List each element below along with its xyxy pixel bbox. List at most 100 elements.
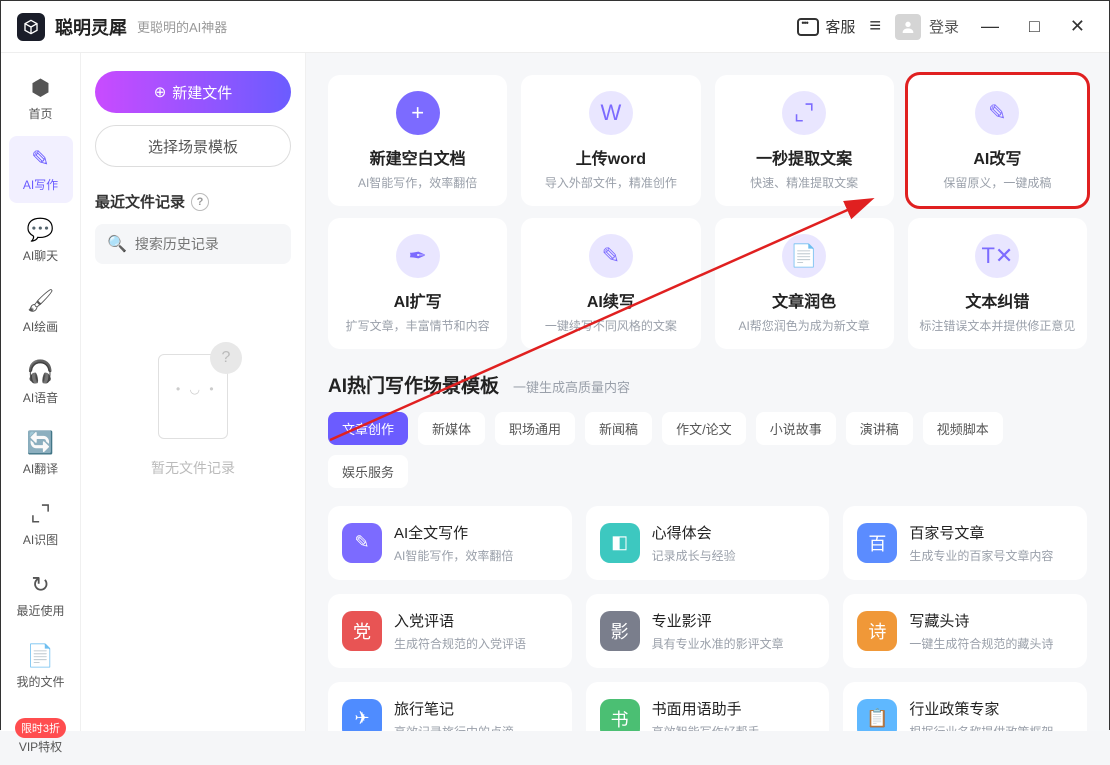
- tool-card-文本纠错[interactable]: T✕ 文本纠错 标注错误文本并提供修正意见: [908, 218, 1087, 349]
- template-desc: 一键生成符合规范的藏头诗: [909, 635, 1053, 652]
- search-box[interactable]: 🔍: [95, 224, 291, 264]
- hamburger-menu-button[interactable]: ≡: [869, 15, 881, 38]
- template-icon: ✎: [342, 523, 382, 563]
- template-card-1[interactable]: ◧ 心得体会 记录成长与经验: [586, 506, 830, 580]
- tool-grid-row2: ✒ AI扩写 扩写文章，丰富情节和内容✎ AI续写 一键续写不同风格的文案📄 文…: [328, 218, 1087, 349]
- vip-badge: 限时3折: [15, 718, 66, 738]
- nav-icon: 📄: [27, 643, 54, 669]
- new-file-label: 新建文件: [172, 82, 232, 103]
- template-icon: ✈: [342, 699, 382, 731]
- titlebar: 聪明灵犀 更聪明的AI神器 客服 ≡ 登录 — □ ✕: [1, 1, 1109, 53]
- tool-icon: ✎: [975, 91, 1019, 135]
- template-card-6[interactable]: ✈ 旅行笔记 高效记录旅行中的点滴: [328, 682, 572, 731]
- tool-icon: 📄: [782, 234, 826, 278]
- help-icon[interactable]: ?: [191, 193, 209, 211]
- nav-footer-item-2[interactable]: 限时3折VIP特权: [9, 704, 73, 765]
- choose-template-button[interactable]: 选择场景模板: [95, 125, 291, 167]
- tab-8[interactable]: 娱乐服务: [328, 455, 408, 488]
- nav-label: AI语音: [23, 389, 58, 406]
- tool-desc: AI智能写作，效率翻倍: [358, 175, 477, 192]
- tab-7[interactable]: 视频脚本: [923, 412, 1003, 445]
- tab-6[interactable]: 演讲稿: [846, 412, 913, 445]
- new-file-button[interactable]: ⊕ 新建文件: [95, 71, 291, 113]
- tool-card-一秒提取文案[interactable]: ⌞⌝ 一秒提取文案 快速、精准提取文案: [715, 75, 894, 206]
- tool-title: AI续写: [587, 288, 635, 312]
- tool-desc: 扩写文章，丰富情节和内容: [346, 318, 490, 335]
- tool-icon: ✎: [589, 234, 633, 278]
- tool-card-AI续写[interactable]: ✎ AI续写 一键续写不同风格的文案: [521, 218, 700, 349]
- template-icon: 诗: [857, 611, 897, 651]
- tool-card-AI扩写[interactable]: ✒ AI扩写 扩写文章，丰富情节和内容: [328, 218, 507, 349]
- tab-5[interactable]: 小说故事: [756, 412, 836, 445]
- tool-title: 文章润色: [772, 288, 836, 312]
- nav-label: AI聊天: [23, 247, 58, 264]
- recent-files-header: 最近文件记录 ?: [95, 191, 291, 212]
- tool-grid-row1: + 新建空白文档 AI智能写作，效率翻倍W 上传word 导入外部文件，精准创作…: [328, 75, 1087, 206]
- template-card-8[interactable]: 📋 行业政策专家 根据行业名称提供政策框架: [843, 682, 1087, 731]
- app-name: 聪明灵犀: [55, 14, 127, 40]
- template-card-0[interactable]: ✎ AI全文写作 AI智能写作，效率翻倍: [328, 506, 572, 580]
- nav-label: VIP特权: [19, 738, 62, 755]
- customer-service-button[interactable]: 客服: [797, 16, 855, 37]
- login-button[interactable]: 登录: [929, 16, 959, 37]
- template-card-5[interactable]: 诗 写藏头诗 一键生成符合规范的藏头诗: [843, 594, 1087, 668]
- template-icon: 党: [342, 611, 382, 651]
- nav-icon: ✎: [31, 146, 49, 172]
- tab-3[interactable]: 新闻稿: [585, 412, 652, 445]
- maximize-button[interactable]: □: [1021, 12, 1048, 41]
- close-button[interactable]: ✕: [1062, 12, 1093, 41]
- tab-2[interactable]: 职场通用: [495, 412, 575, 445]
- template-title: AI全文写作: [394, 522, 513, 543]
- sidebar-panel: ⊕ 新建文件 选择场景模板 最近文件记录 ? 🔍 ? • ◡ • 暂无文件记录: [81, 53, 306, 731]
- tool-card-文章润色[interactable]: 📄 文章润色 AI帮您润色为成为新文章: [715, 218, 894, 349]
- search-icon: 🔍: [107, 234, 127, 254]
- app-tagline: 更聪明的AI神器: [137, 17, 227, 36]
- tool-title: AI扩写: [394, 288, 442, 312]
- tool-icon: ✒: [396, 234, 440, 278]
- minimize-button[interactable]: —: [973, 12, 1007, 41]
- tool-card-上传word[interactable]: W 上传word 导入外部文件，精准创作: [521, 75, 700, 206]
- nav-label: AI写作: [23, 176, 58, 193]
- customer-service-label: 客服: [825, 16, 855, 37]
- tool-icon: T✕: [975, 234, 1019, 278]
- search-input[interactable]: [135, 236, 316, 252]
- tab-0[interactable]: 文章创作: [328, 412, 408, 445]
- nav-item-5[interactable]: 🔄AI翻译: [9, 420, 73, 487]
- section-subtitle: 一键生成高质量内容: [513, 377, 630, 396]
- nav-item-2[interactable]: 💬AI聊天: [9, 207, 73, 274]
- tool-icon: +: [396, 91, 440, 135]
- nav-icon: 🔄: [27, 430, 54, 456]
- nav-item-4[interactable]: 🎧AI语音: [9, 349, 73, 416]
- tab-1[interactable]: 新媒体: [418, 412, 485, 445]
- nav-item-6[interactable]: ⌞⌝AI识图: [9, 491, 73, 558]
- tool-title: 一秒提取文案: [756, 145, 852, 169]
- recent-files-label: 最近文件记录: [95, 191, 185, 212]
- chat-icon: [797, 18, 819, 36]
- tab-4[interactable]: 作文/论文: [662, 412, 746, 445]
- nav-item-1[interactable]: ✎ AI写作: [9, 136, 73, 203]
- nav-icon: ⬢: [31, 75, 50, 101]
- template-card-4[interactable]: 影 专业影评 具有专业水准的影评文章: [586, 594, 830, 668]
- main-content: + 新建空白文档 AI智能写作，效率翻倍W 上传word 导入外部文件，精准创作…: [306, 53, 1109, 731]
- template-title: 专业影评: [652, 610, 784, 631]
- tool-card-AI改写[interactable]: ✎ AI改写 保留原义，一键成稿: [908, 75, 1087, 206]
- nav-footer-item-0[interactable]: ↻最近使用: [9, 562, 73, 629]
- avatar-icon[interactable]: [895, 14, 921, 40]
- template-card-3[interactable]: 党 入党评语 生成符合规范的入党评语: [328, 594, 572, 668]
- nav-item-3[interactable]: 🖌AI绘画: [9, 278, 73, 345]
- template-desc: AI智能写作，效率翻倍: [394, 547, 513, 564]
- nav-footer-item-1[interactable]: 📄我的文件: [9, 633, 73, 700]
- plus-icon: ⊕: [154, 83, 167, 101]
- left-nav: ⬢首页✎AI写作💬AI聊天🖌AI绘画🎧AI语音🔄AI翻译⌞⌝AI识图↻最近使用📄…: [1, 53, 81, 731]
- template-icon: ◧: [600, 523, 640, 563]
- nav-item-0[interactable]: ⬢首页: [9, 65, 73, 132]
- template-card-7[interactable]: 书 书面用语助手 高效智能写作好帮手: [586, 682, 830, 731]
- section-title: AI热门写作场景模板: [328, 371, 499, 398]
- tool-title: 上传word: [576, 145, 646, 169]
- nav-label: AI绘画: [23, 318, 58, 335]
- tool-card-新建空白文档[interactable]: + 新建空白文档 AI智能写作，效率翻倍: [328, 75, 507, 206]
- tool-desc: 标注错误文本并提供修正意见: [919, 318, 1075, 335]
- tool-desc: 保留原义，一键成稿: [943, 175, 1051, 192]
- template-card-2[interactable]: 百 百家号文章 生成专业的百家号文章内容: [843, 506, 1087, 580]
- nav-label: AI识图: [23, 531, 58, 548]
